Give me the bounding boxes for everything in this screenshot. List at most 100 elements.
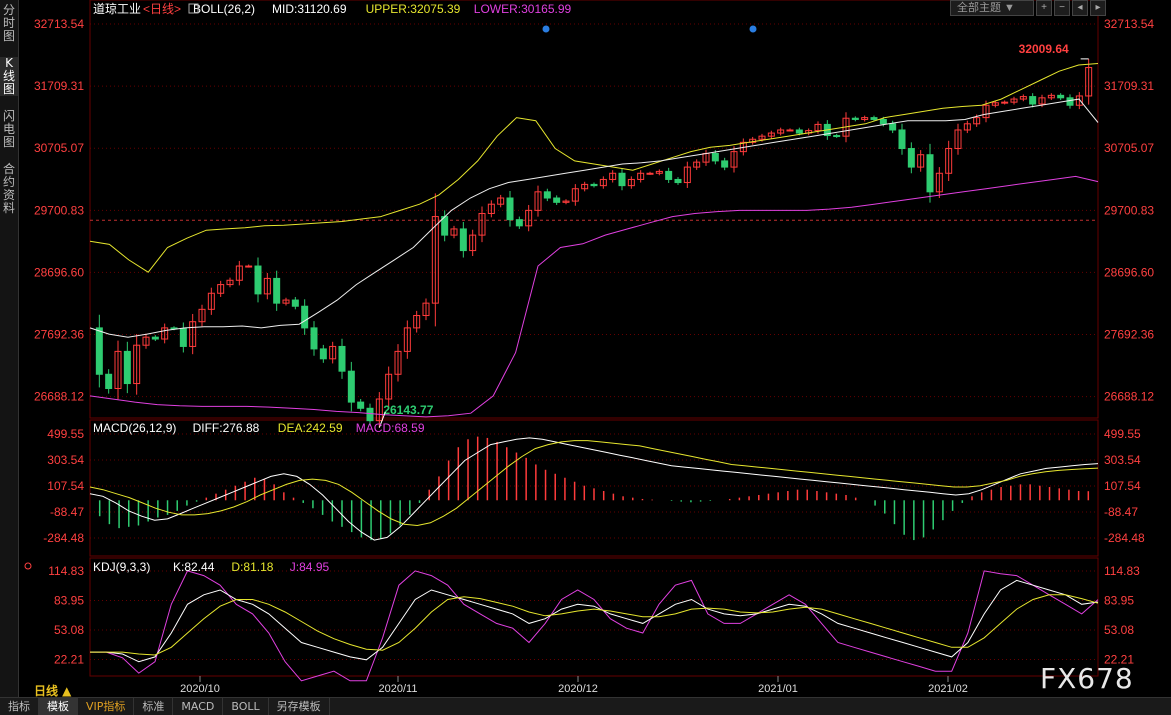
macd-dea-line <box>89 440 1099 527</box>
candle-body <box>319 348 327 360</box>
legend-boll-item: BOLL(26,2) <box>193 2 255 16</box>
tab-boll[interactable]: BOLL <box>223 698 269 715</box>
macd-tick-left: 499.55 <box>47 427 84 441</box>
price-tick-left: 29700.83 <box>34 203 84 217</box>
candle-body <box>786 129 794 132</box>
candle-body <box>618 172 626 187</box>
time-label: 2021/02 <box>928 683 968 695</box>
tab-contract-info[interactable]: 合约资料 <box>0 163 18 215</box>
candle-body <box>674 178 682 184</box>
kdj-tick-right: 53.08 <box>1104 623 1134 637</box>
tab-standard[interactable]: 标准 <box>134 698 174 715</box>
price-tick-right: 31709.31 <box>1104 79 1154 93</box>
theme-selector[interactable]: 全部主题 ▼ <box>950 0 1034 16</box>
kdj-tick-right: 83.95 <box>1104 594 1134 608</box>
plus-square-icon[interactable]: + <box>1036 0 1052 16</box>
legend-kdj-item: J:84.95 <box>290 560 330 574</box>
macd-tick-left: 107.54 <box>47 479 84 493</box>
candle-body <box>366 407 374 422</box>
tab-save-template[interactable]: 另存模板 <box>269 698 330 715</box>
candle-body <box>711 152 719 162</box>
candle-body <box>459 228 467 252</box>
price-tick-left: 26688.12 <box>34 390 84 404</box>
candle-body <box>273 277 281 304</box>
candle-body <box>123 350 131 385</box>
minus-square-icon[interactable]: − <box>1054 0 1070 16</box>
macd-tick-right: -88.47 <box>1104 505 1138 519</box>
candle-body <box>506 197 514 221</box>
kdj-tick-left: 22.21 <box>54 653 84 667</box>
macd-tick-left: -88.47 <box>50 505 84 519</box>
macd-tick-right: -284.48 <box>1104 531 1145 545</box>
candle-body <box>338 345 346 372</box>
macd-tick-left: -284.48 <box>43 531 84 545</box>
left-tab-bar: 分时图 K线图 闪电图 合约资料 <box>0 0 19 700</box>
price-tick-right: 32713.54 <box>1104 17 1154 31</box>
next-square-icon[interactable]: ▸ <box>1090 0 1106 16</box>
legend-macd-item: MACD(26,12,9) <box>93 421 176 435</box>
boll-lower-line <box>89 175 1099 418</box>
time-label: 2020/11 <box>379 683 418 695</box>
legend-kdj-item: K:82.44 <box>173 560 215 574</box>
candle-body <box>254 265 262 295</box>
candle-body <box>105 373 113 389</box>
candle-body <box>1066 97 1074 106</box>
time-label: 2020/12 <box>558 683 598 695</box>
macd-tick-right: 107.54 <box>1104 479 1141 493</box>
top-controls: 全部主题 ▼ + − ◂ ▸ <box>950 0 1106 16</box>
candle-body <box>151 336 159 340</box>
low-price-label: 26143.77 <box>383 403 433 417</box>
kdj-k-line <box>90 579 1099 663</box>
watermark-logo: FX678 <box>1040 662 1134 695</box>
time-label: 2021/01 <box>758 683 798 695</box>
candle-body <box>870 117 878 120</box>
candle-body <box>179 328 187 347</box>
macd-tick-right: 499.55 <box>1104 427 1141 441</box>
high-price-label: 32009.64 <box>1019 42 1069 56</box>
macd-tick-right: 303.54 <box>1104 453 1141 467</box>
candle-body <box>357 401 365 409</box>
tab-indicators[interactable]: 指标 <box>0 698 39 715</box>
event-dot <box>542 25 550 33</box>
candle-body <box>646 172 654 175</box>
candle-body <box>665 170 673 180</box>
candle-body <box>95 327 103 375</box>
kdj-d-line <box>90 594 1099 656</box>
legend-boll-item: 道琼工业 <box>93 1 141 16</box>
kdj-tick-left: 114.83 <box>48 564 84 578</box>
candle-body <box>347 370 355 403</box>
price-tick-left: 32713.54 <box>34 17 84 31</box>
legend-macd-item: DIFF:276.88 <box>193 421 260 435</box>
tab-vip-indicators[interactable]: VIP指标 <box>78 698 135 715</box>
candle-body <box>515 219 523 227</box>
candle-body <box>833 135 841 138</box>
tab-lightning[interactable]: 闪电图 <box>0 110 18 149</box>
price-tick-right: 27692.36 <box>1104 328 1154 342</box>
tab-templates[interactable]: 模板 <box>39 698 78 715</box>
tab-timeshare[interactable]: 分时图 <box>0 4 18 43</box>
bottom-toolbar: 指标 模板 VIP指标 标准 MACD BOLL 另存模板 <box>0 697 1171 715</box>
price-tick-right: 29700.83 <box>1104 203 1154 217</box>
candle-body <box>291 299 299 307</box>
event-dot <box>749 25 757 33</box>
candle-body <box>1001 101 1009 104</box>
tab-kline[interactable]: K线图 <box>0 57 18 96</box>
candle-body <box>301 305 309 329</box>
price-tick-left: 31709.31 <box>34 79 84 93</box>
legend-macd-item: DEA:242.59 <box>278 421 343 435</box>
candle-body <box>543 191 551 199</box>
candle-body <box>851 117 859 120</box>
price-tick-left: 28696.60 <box>34 265 84 279</box>
candle-body <box>879 118 887 125</box>
candle-body <box>590 183 598 187</box>
kdj-tick-right: 114.83 <box>1104 564 1140 578</box>
tab-macd[interactable]: MACD <box>173 698 224 715</box>
candle-body <box>245 265 253 268</box>
candle-body <box>1057 94 1065 99</box>
panel-frame-2 <box>89 557 1099 677</box>
price-tick-left: 27692.36 <box>34 328 84 342</box>
prev-square-icon[interactable]: ◂ <box>1072 0 1088 16</box>
kdj-tick-left: 53.08 <box>54 623 84 637</box>
candle-body <box>553 197 561 203</box>
chart-canvas: 32713.54 32713.54 31709.31 31709.31 30705.07… <box>24 0 1154 695</box>
